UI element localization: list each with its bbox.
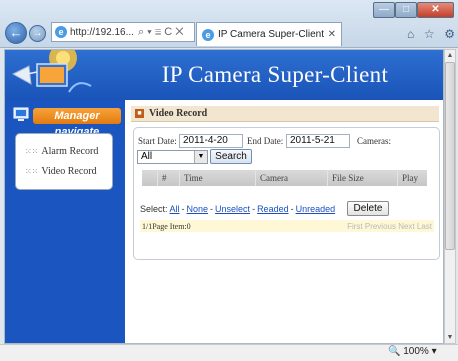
app-header: IP Camera Super-Client <box>5 50 443 100</box>
nav-item-label: Video Record <box>41 166 97 177</box>
nav-item-alarm-record[interactable]: ⁙⁙ Alarm Record <box>25 146 98 157</box>
address-controls[interactable]: ⌕ ▾ ≣ C ✕ <box>138 26 184 39</box>
tab-title: IP Camera Super-Client <box>218 29 324 40</box>
scroll-up-icon[interactable]: ▲ <box>445 50 455 61</box>
unselect-link[interactable]: Unselect <box>215 204 250 214</box>
select-none-link[interactable]: None <box>187 204 209 214</box>
search-button[interactable]: Search <box>210 149 252 164</box>
start-date-label: Start Date: <box>138 136 177 146</box>
camera-satellite-logo-icon <box>11 50 92 93</box>
ie-logo-icon: e <box>55 26 67 38</box>
app-title: IP Camera Super-Client <box>161 62 389 87</box>
column-header-play: Play <box>402 173 419 183</box>
nav-item-label: Alarm Record <box>41 146 99 157</box>
section-icon: ■ <box>135 109 144 118</box>
arrow-left-icon: ← <box>9 25 23 40</box>
window-controls: — □ ✕ <box>373 2 454 18</box>
select-unreaded-link[interactable]: Unreaded <box>296 204 336 214</box>
delete-button[interactable]: Delete <box>347 201 389 216</box>
column-header-file-size: File Size <box>328 170 398 186</box>
sidebar: Manager navigate ⁙⁙ Alarm Record ⁙⁙ Video … <box>5 100 125 343</box>
select-readed-link[interactable]: Readed <box>257 204 289 214</box>
tools-gear-icon[interactable]: ⚙ <box>444 27 455 41</box>
camera-select[interactable]: All ▼ <box>137 150 208 164</box>
close-window-button[interactable]: ✕ <box>417 2 454 18</box>
chevron-down-icon[interactable]: ▼ <box>194 151 207 163</box>
home-icon[interactable]: ⌂ <box>407 27 414 41</box>
start-date-input[interactable]: 2011-4-20 <box>179 134 243 148</box>
end-date-label: End Date: <box>247 136 284 146</box>
favorites-star-icon[interactable]: ☆ <box>424 27 435 41</box>
monitor-icon <box>13 107 29 121</box>
camera-select-value: All <box>141 151 153 162</box>
record-table-header: # Time Camera File Size Play <box>142 170 427 186</box>
scroll-down-icon[interactable]: ▼ <box>445 332 455 343</box>
end-date-input[interactable]: 2011-5-21 <box>286 134 350 148</box>
zoom-control[interactable]: 🔍 100% ▾ <box>388 346 454 359</box>
nav-item-video-record[interactable]: ⁙⁙ Video Record <box>25 166 97 177</box>
tab-close-icon[interactable]: ✕ <box>328 29 336 40</box>
grid-dots-icon: ⁙⁙ <box>25 147 39 156</box>
video-record-panel: Start Date: 2011-4-20 End Date: 2011-5-2… <box>133 127 440 260</box>
page-viewport: IP Camera Super-Client Manager navigate … <box>4 49 444 344</box>
section-header: ■ Video Record <box>131 106 439 122</box>
nav-header: Manager navigate <box>13 104 121 138</box>
section-title: Video Record <box>149 108 208 119</box>
back-button[interactable]: ← <box>5 22 27 44</box>
column-header-number: # <box>158 170 180 186</box>
main-content: ■ Video Record Start Date: 2011-4-20 End… <box>125 100 443 343</box>
nav-menu: ⁙⁙ Alarm Record ⁙⁙ Video Record <box>15 133 113 190</box>
arrow-right-icon: → <box>32 28 43 39</box>
browser-icons: ⌂ ☆ ⚙ <box>407 27 455 41</box>
scrollbar-thumb[interactable] <box>445 62 455 250</box>
column-header-camera: Camera <box>256 170 328 186</box>
column-header-checkbox <box>142 170 158 186</box>
ie-logo-icon: e <box>202 28 214 41</box>
address-text[interactable]: http://192.16... <box>70 27 134 38</box>
address-bar[interactable]: e http://192.16... ⌕ ▾ ≣ C ✕ <box>51 22 195 42</box>
maximize-button[interactable]: □ <box>395 2 417 18</box>
column-header-time: Time <box>180 170 256 186</box>
page-navigation[interactable]: First Previous Next Last <box>347 222 434 231</box>
browser-tab[interactable]: e IP Camera Super-Client ✕ <box>196 22 342 46</box>
grid-dots-icon: ⁙⁙ <box>25 167 39 176</box>
minimize-button[interactable]: — <box>373 2 395 18</box>
page-info: 1/1Page Item:0 <box>142 221 191 231</box>
select-label: Select: <box>140 204 168 214</box>
forward-button[interactable]: → <box>29 25 46 42</box>
cameras-label: Cameras: <box>357 136 391 146</box>
select-all-link[interactable]: All <box>170 204 180 214</box>
pager: 1/1Page Item:0 First Previous Next Last <box>140 220 434 232</box>
nav-title: Manager navigate <box>33 108 121 138</box>
